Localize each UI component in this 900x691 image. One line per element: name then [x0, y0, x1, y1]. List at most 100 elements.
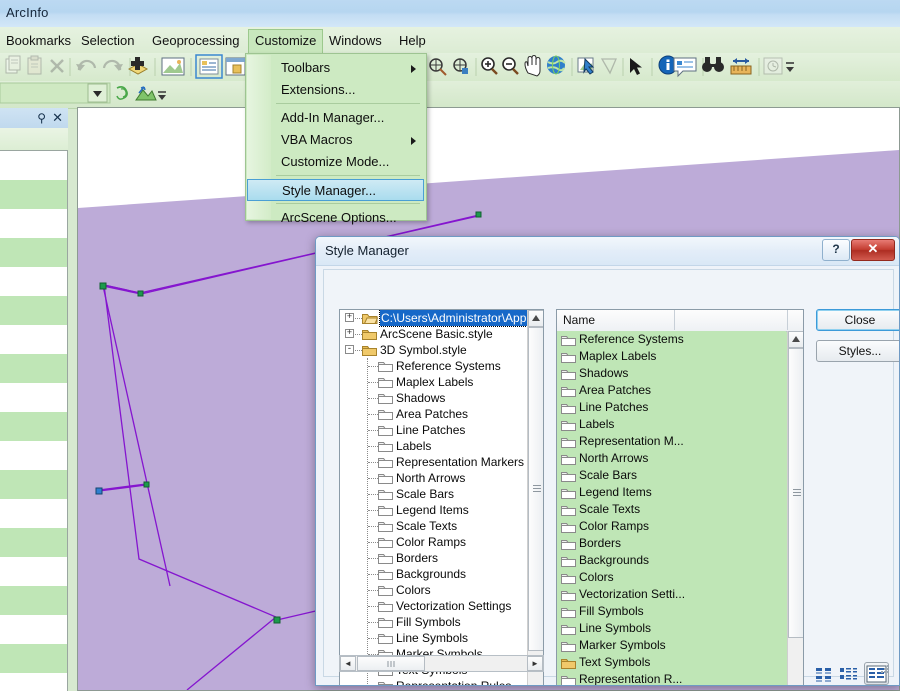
- menu-item-arcscene-options[interactable]: ArcScene Options...: [272, 207, 424, 229]
- menu-bookmarks[interactable]: Bookmarks: [0, 31, 77, 50]
- style-items-list-panel[interactable]: Name Reference Systems Maplex Labels Shado…: [556, 309, 804, 685]
- tree-child-node[interactable]: Representation Rules: [340, 678, 528, 685]
- toc-layer-row[interactable]: [0, 383, 67, 412]
- menu-item-toolbars[interactable]: Toolbars: [272, 57, 424, 79]
- tree-child-node[interactable]: Shadows: [340, 390, 528, 406]
- tree-child-node[interactable]: Borders: [340, 550, 528, 566]
- list-item[interactable]: Maplex Labels: [557, 348, 786, 365]
- help-button[interactable]: ?: [822, 239, 850, 261]
- toc-layer-row[interactable]: [0, 586, 67, 615]
- close-icon[interactable]: ✕: [52, 110, 63, 126]
- menu-customize[interactable]: Customize: [248, 29, 324, 54]
- tree-vertical-scrollbar[interactable]: [527, 310, 543, 685]
- menu-item-vba-macros[interactable]: VBA Macros: [272, 129, 424, 151]
- resize-grip[interactable]: [880, 663, 890, 673]
- styles-button[interactable]: Styles...: [816, 340, 899, 362]
- tree-child-node[interactable]: Representation Markers: [340, 454, 528, 470]
- tree-child-node[interactable]: Scale Bars: [340, 486, 528, 502]
- tree-hscroll-thumb[interactable]: [357, 656, 425, 671]
- tree-child-node[interactable]: Legend Items: [340, 502, 528, 518]
- list-item[interactable]: Line Symbols: [557, 620, 786, 637]
- list-column-header[interactable]: Name: [557, 310, 675, 330]
- menu-item-add-in-manager[interactable]: Add-In Manager...: [272, 107, 424, 129]
- toc-layer-row[interactable]: [0, 267, 67, 296]
- toc-layer-row[interactable]: [0, 354, 67, 383]
- toc-layer-row[interactable]: [0, 441, 67, 470]
- scroll-up-arrow[interactable]: [528, 310, 543, 327]
- list-rows-container[interactable]: Reference Systems Maplex Labels Shadows Are…: [557, 331, 786, 685]
- menu-item-customize-mode[interactable]: Customize Mode...: [272, 151, 424, 173]
- tree-child-node[interactable]: Colors: [340, 582, 528, 598]
- tree-child-node[interactable]: Fill Symbols: [340, 614, 528, 630]
- tree-scroll-thumb[interactable]: [528, 327, 543, 651]
- list-column-header[interactable]: [675, 310, 788, 330]
- list-item[interactable]: Fill Symbols: [557, 603, 786, 620]
- toc-layer-row[interactable]: [0, 528, 67, 557]
- list-item[interactable]: Backgrounds: [557, 552, 786, 569]
- list-item[interactable]: Marker Symbols: [557, 637, 786, 654]
- tree-child-node[interactable]: Maplex Labels: [340, 374, 528, 390]
- list-scroll-up-arrow[interactable]: [788, 331, 803, 348]
- toc-layer-row[interactable]: [0, 296, 67, 325]
- style-tree-panel[interactable]: + C:\Users\Administrator\AppData + ArcScene…: [339, 309, 544, 685]
- toc-layer-row[interactable]: [0, 412, 67, 441]
- menu-geoprocessing[interactable]: Geoprocessing: [146, 31, 245, 50]
- close-button[interactable]: Close: [816, 309, 899, 331]
- toc-layer-row[interactable]: [0, 209, 67, 238]
- list-item[interactable]: Color Ramps: [557, 518, 786, 535]
- tree-root-node[interactable]: - 3D Symbol.style: [340, 342, 528, 358]
- list-item[interactable]: Text Symbols: [557, 654, 786, 671]
- list-item[interactable]: Vectorization Setti...: [557, 586, 786, 603]
- expand-icon[interactable]: +: [345, 329, 354, 338]
- tree-child-node[interactable]: Vectorization Settings: [340, 598, 528, 614]
- list-item[interactable]: North Arrows: [557, 450, 786, 467]
- toc-layer-row[interactable]: [0, 470, 67, 499]
- tree-child-node[interactable]: Reference Systems: [340, 358, 528, 374]
- large-icons-view-button[interactable]: [813, 664, 835, 684]
- dialog-close-button[interactable]: ✕: [851, 239, 895, 261]
- tree-root-node[interactable]: + ArcScene Basic.style: [340, 326, 528, 342]
- menu-windows[interactable]: Windows: [323, 31, 388, 50]
- list-item[interactable]: Labels: [557, 416, 786, 433]
- toc-layer-row[interactable]: [0, 673, 67, 691]
- tree-child-node[interactable]: North Arrows: [340, 470, 528, 486]
- tree-child-node[interactable]: Color Ramps: [340, 534, 528, 550]
- scroll-left-arrow[interactable]: ◄: [340, 656, 356, 671]
- list-vertical-scrollbar[interactable]: [787, 331, 803, 685]
- style-tree[interactable]: + C:\Users\Administrator\AppData + ArcScene…: [340, 310, 543, 685]
- collapse-icon[interactable]: -: [345, 345, 354, 354]
- tree-child-node[interactable]: Scale Texts: [340, 518, 528, 534]
- menu-item-style-manager[interactable]: Style Manager...: [247, 179, 424, 201]
- tree-child-node[interactable]: Backgrounds: [340, 566, 528, 582]
- menu-selection[interactable]: Selection: [75, 31, 140, 50]
- list-scroll-thumb[interactable]: [788, 348, 803, 638]
- list-item[interactable]: Colors: [557, 569, 786, 586]
- pin-icon[interactable]: ⚲: [37, 111, 46, 125]
- toc-layer-row[interactable]: [0, 499, 67, 528]
- tree-horizontal-scrollbar[interactable]: ◄ ►: [339, 655, 544, 672]
- scroll-right-arrow[interactable]: ►: [527, 656, 543, 671]
- tree-child-node[interactable]: Line Patches: [340, 422, 528, 438]
- toc-layer-row[interactable]: [0, 644, 67, 673]
- tree-root-node[interactable]: + C:\Users\Administrator\AppData: [340, 310, 543, 327]
- toc-layer-row[interactable]: [0, 557, 67, 586]
- list-item[interactable]: Scale Bars: [557, 467, 786, 484]
- tree-child-node[interactable]: Area Patches: [340, 406, 528, 422]
- expand-icon[interactable]: +: [345, 313, 354, 322]
- toc-layer-row[interactable]: [0, 325, 67, 354]
- toc-layer-row[interactable]: [0, 151, 67, 180]
- toc-layer-row[interactable]: [0, 615, 67, 644]
- list-item[interactable]: Representation R...: [557, 671, 786, 685]
- toc-panel-list[interactable]: [0, 150, 68, 691]
- list-item[interactable]: Representation M...: [557, 433, 786, 450]
- tree-child-node[interactable]: Labels: [340, 438, 528, 454]
- tree-child-node[interactable]: Line Symbols: [340, 630, 528, 646]
- menu-item-extensions[interactable]: Extensions...: [272, 79, 424, 101]
- toc-layer-row[interactable]: [0, 180, 67, 209]
- list-item[interactable]: Area Patches: [557, 382, 786, 399]
- list-item[interactable]: Scale Texts: [557, 501, 786, 518]
- list-item[interactable]: Reference Systems: [557, 331, 786, 348]
- list-view-button[interactable]: [838, 664, 860, 684]
- list-item[interactable]: Borders: [557, 535, 786, 552]
- menu-help[interactable]: Help: [393, 31, 432, 50]
